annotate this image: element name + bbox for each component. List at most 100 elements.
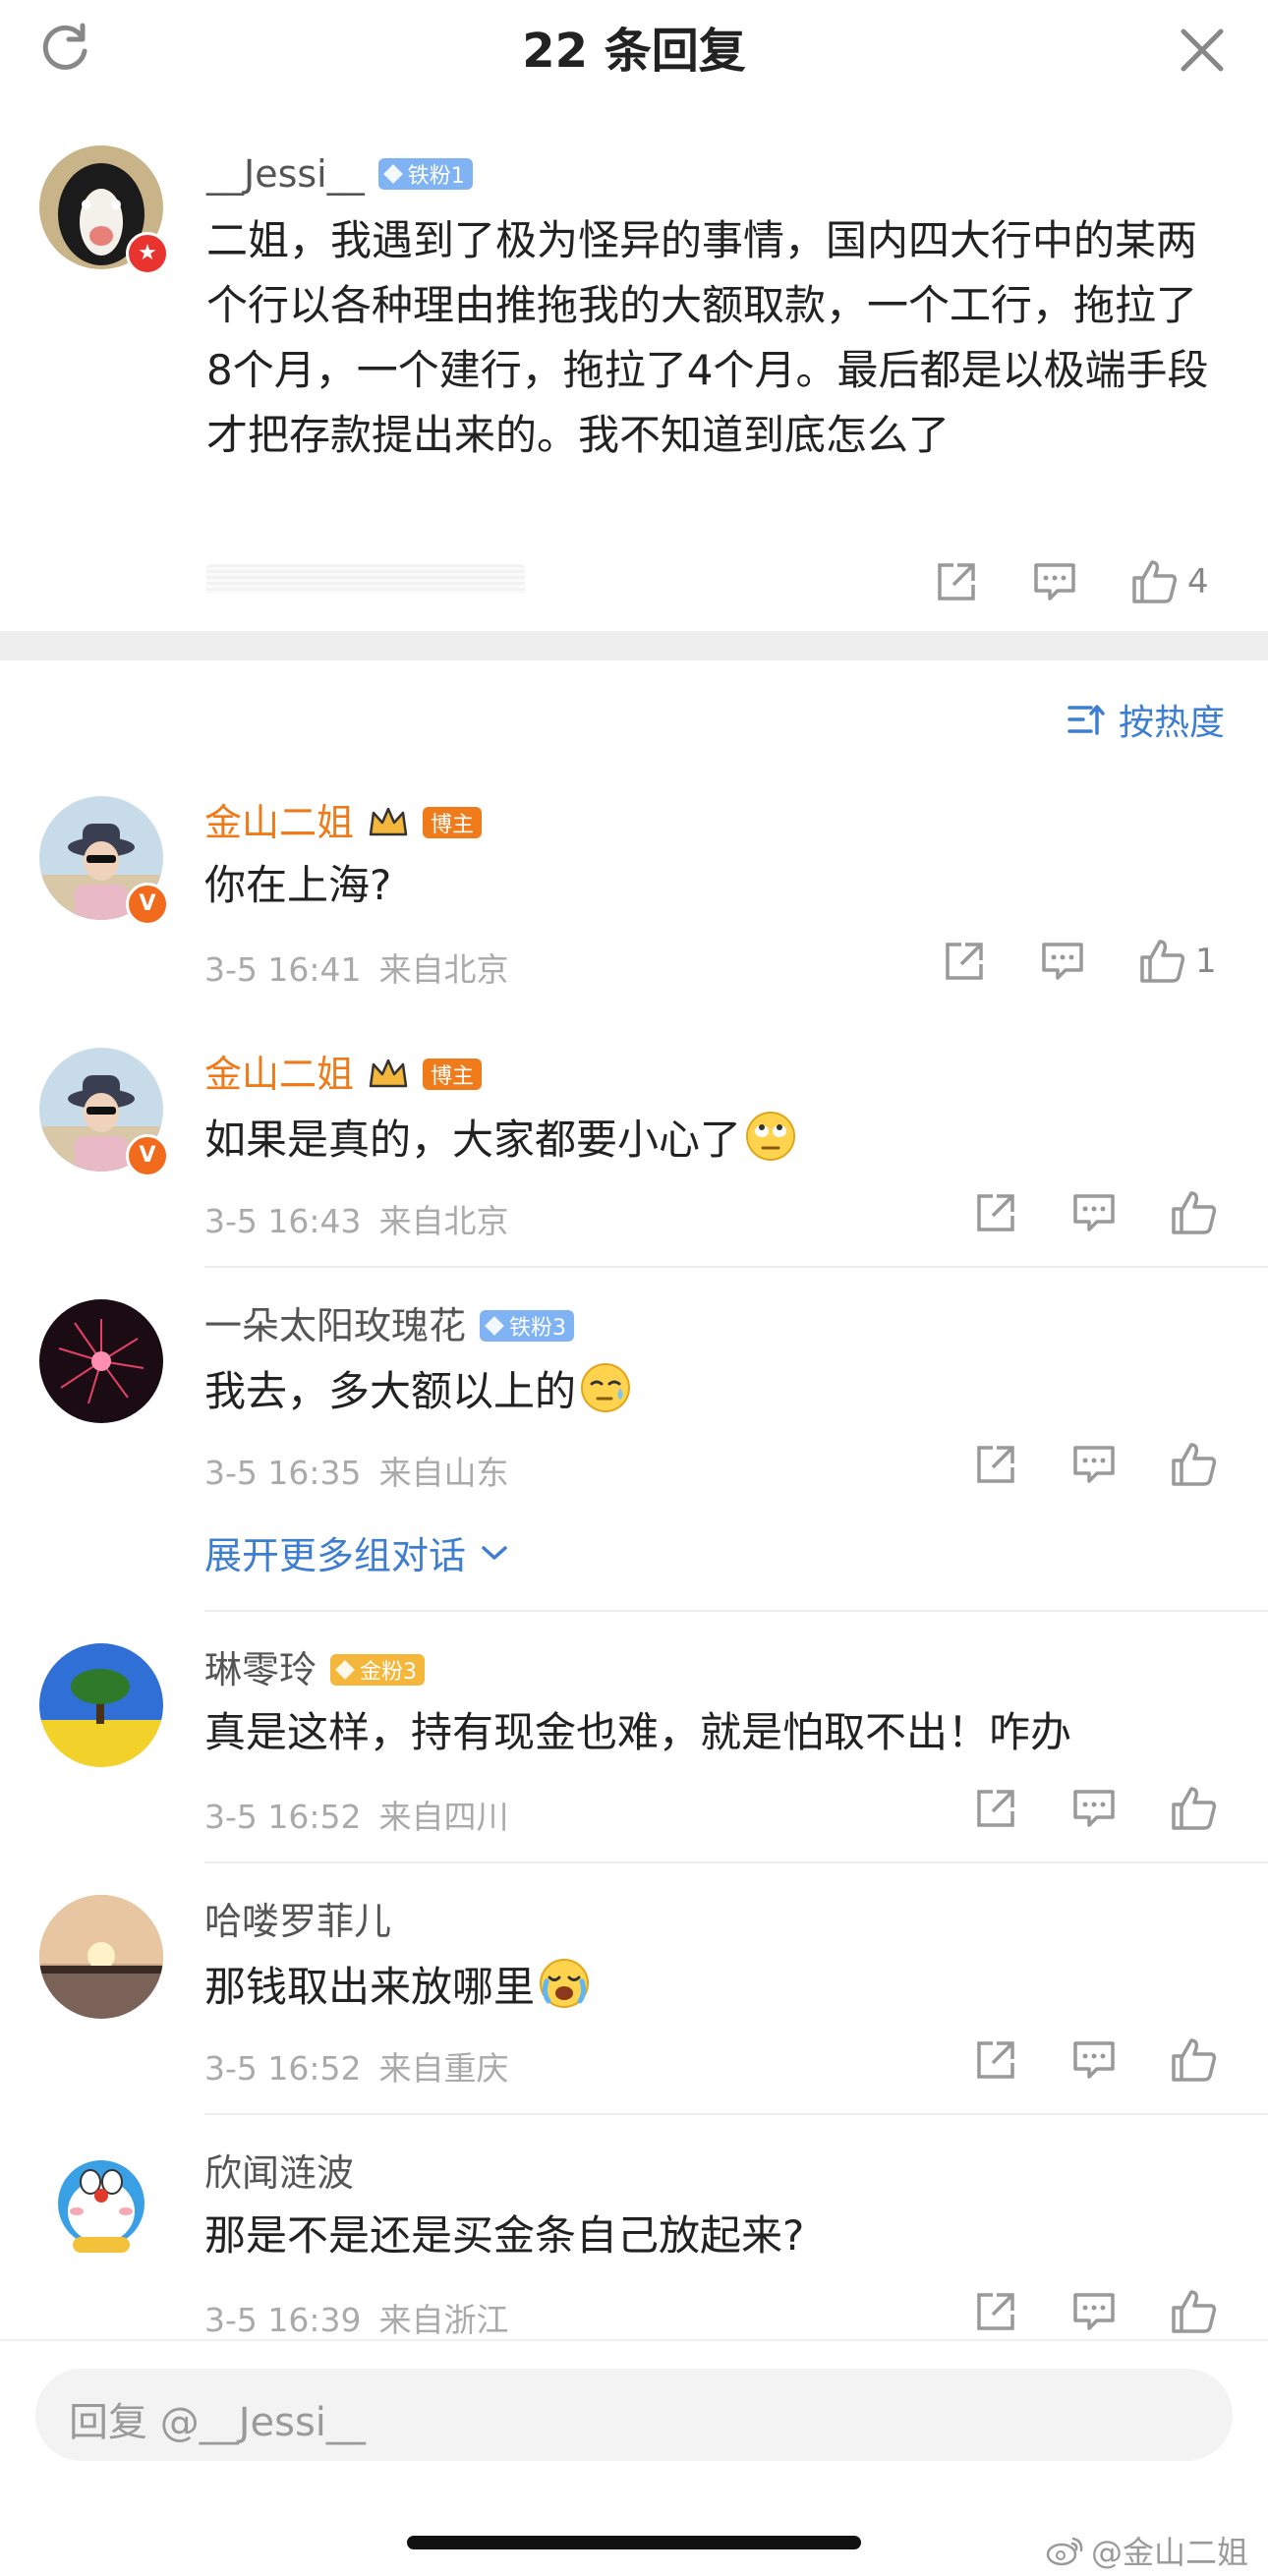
comment-icon bbox=[1042, 943, 1083, 980]
crying-emoji-icon bbox=[540, 1959, 590, 2008]
comment-text-body: 如果是真的，大家都要小心了 bbox=[204, 1116, 742, 1164]
reply-placeholder: 回复 @__Jessi__ bbox=[69, 2400, 366, 2445]
fan-tag: 金粉3 bbox=[330, 1654, 426, 1686]
thumbs-up-icon bbox=[1172, 2290, 1217, 2333]
comment-icon bbox=[1073, 2041, 1115, 2079]
comment-time: 3-5 16:35 bbox=[204, 1454, 362, 1492]
comment-icon bbox=[1073, 1446, 1115, 1483]
comment-text: 真是这样，持有现金也难，就是怕取不出！咋办 bbox=[204, 1708, 1072, 1756]
username[interactable]: 金山二姐 bbox=[204, 800, 354, 845]
share-icon bbox=[938, 563, 975, 601]
weibo-logo-icon bbox=[1046, 2537, 1083, 2566]
fan-tag: 铁粉3 bbox=[480, 1310, 575, 1342]
close-icon[interactable] bbox=[1176, 24, 1229, 77]
crown-icon bbox=[369, 807, 408, 836]
comment-text: 那钱取出来放哪里 bbox=[204, 1958, 590, 2014]
thumbs-up-icon bbox=[1172, 2038, 1217, 2082]
fan-tag-label: 铁粉3 bbox=[509, 1316, 567, 1341]
thumbs-up-icon bbox=[1172, 1191, 1217, 1234]
name-row: 琳零玲 金粉3 bbox=[204, 1647, 426, 1692]
username[interactable]: 金山二姐 bbox=[204, 1052, 354, 1097]
thumbs-up-icon bbox=[1140, 940, 1185, 983]
expand-conversation-link[interactable]: 展开更多组对话 bbox=[204, 1525, 509, 1579]
comment-location: 来自北京 bbox=[378, 950, 509, 989]
name-row: 哈喽罗菲儿 bbox=[204, 1899, 391, 1944]
comment-icon bbox=[1073, 1194, 1115, 1231]
comment-actions bbox=[973, 1441, 1217, 1488]
sort-label: 按热度 bbox=[1119, 703, 1226, 743]
avatar[interactable] bbox=[39, 1299, 163, 1423]
username[interactable]: 琳零玲 bbox=[204, 1647, 317, 1692]
comment-icon bbox=[1073, 2293, 1115, 2330]
share-button[interactable] bbox=[973, 2289, 1018, 2334]
chevron-down-icon bbox=[482, 1545, 507, 1560]
watermark-text: @金山二姐 bbox=[1091, 2534, 1249, 2571]
comment-text: 二姐，我遇到了极为怪异的事情，国内四大行中的某两个行以各种理由推拖我的大额取款，… bbox=[206, 216, 1209, 459]
share-button[interactable] bbox=[942, 939, 987, 984]
reply-button[interactable] bbox=[1032, 559, 1077, 604]
comment-item: V 金山二姐 博主 如果是真的，大家都要小心了 3-5 16:43 来自北京 bbox=[0, 1028, 1268, 1274]
reply-button[interactable] bbox=[1071, 1442, 1117, 1487]
share-icon bbox=[977, 1790, 1014, 1827]
comment-meta: 3-5 16:41 来自北京 bbox=[204, 944, 527, 991]
comment-meta: 3-5 16:35 来自山东 bbox=[204, 1447, 527, 1494]
comment-text-body: 我去，多大额以上的 bbox=[204, 1367, 577, 1415]
comment-time: 3-5 16:52 bbox=[204, 1798, 362, 1836]
divider bbox=[204, 1861, 1268, 1863]
reply-button[interactable] bbox=[1071, 2289, 1117, 2334]
like-button[interactable] bbox=[1170, 1785, 1217, 1832]
name-row: __Jessi__ 铁粉1 bbox=[206, 151, 473, 197]
avatar[interactable] bbox=[39, 1895, 163, 2019]
share-icon bbox=[977, 1446, 1014, 1483]
thumbs-up-icon bbox=[1172, 1787, 1217, 1830]
comment-actions bbox=[973, 2036, 1217, 2084]
like-button[interactable] bbox=[1170, 1189, 1217, 1236]
comment-location: 来自北京 bbox=[378, 1202, 509, 1240]
like-button[interactable]: 1 bbox=[1138, 938, 1217, 985]
avatar[interactable] bbox=[39, 1643, 163, 1767]
like-count: 1 bbox=[1195, 942, 1217, 981]
avatar[interactable] bbox=[39, 2147, 163, 2270]
username[interactable]: 欣闻涟波 bbox=[204, 2150, 354, 2196]
comment-text: 你在上海? bbox=[204, 861, 392, 909]
diamond-icon bbox=[335, 1660, 355, 1680]
share-button[interactable] bbox=[973, 1442, 1018, 1487]
comment-item: 琳零玲 金粉3 真是这样，持有现金也难，就是怕取不出！咋办 3-5 16:52 来… bbox=[0, 1624, 1268, 1869]
reply-input[interactable]: 回复 @__Jessi__ bbox=[35, 2369, 1233, 2461]
reply-button[interactable] bbox=[1071, 1190, 1117, 1235]
header: 22 条回复 bbox=[0, 0, 1268, 112]
divider bbox=[204, 1266, 1268, 1268]
comment-meta: 3-5 16:52 来自重庆 bbox=[204, 2042, 527, 2089]
share-icon bbox=[946, 943, 983, 980]
username[interactable]: 哈喽罗菲儿 bbox=[204, 1899, 391, 1944]
comment-location: 来自山东 bbox=[378, 1454, 509, 1492]
share-button[interactable] bbox=[934, 559, 979, 604]
name-row: 金山二姐 博主 bbox=[204, 800, 483, 845]
diamond-icon bbox=[382, 164, 403, 184]
like-button[interactable] bbox=[1170, 1441, 1217, 1488]
share-icon bbox=[977, 2293, 1014, 2330]
host-tag: 博主 bbox=[423, 807, 483, 838]
share-button[interactable] bbox=[973, 1786, 1018, 1831]
crown-icon bbox=[369, 1059, 408, 1088]
comment-location: 来自浙江 bbox=[378, 2301, 509, 2339]
divider bbox=[204, 2113, 1268, 2115]
verified-badge-icon: ★ bbox=[126, 232, 169, 275]
share-button[interactable] bbox=[973, 1190, 1018, 1235]
share-icon bbox=[977, 2041, 1014, 2079]
reply-button[interactable] bbox=[1071, 1786, 1117, 1831]
share-button[interactable] bbox=[973, 2037, 1018, 2083]
comment-actions: 4 bbox=[934, 558, 1209, 605]
like-button[interactable]: 4 bbox=[1130, 558, 1209, 605]
like-button[interactable] bbox=[1170, 2288, 1217, 2335]
sort-toggle[interactable]: 按热度 bbox=[1067, 694, 1225, 745]
username[interactable]: __Jessi__ bbox=[206, 151, 365, 197]
reply-button[interactable] bbox=[1071, 2037, 1117, 2083]
comment-time: 3-5 16:39 bbox=[204, 2301, 362, 2339]
like-button[interactable] bbox=[1170, 2036, 1217, 2084]
comment-icon bbox=[1073, 1790, 1115, 1827]
thumbs-up-icon bbox=[1172, 1443, 1217, 1486]
reply-button[interactable] bbox=[1040, 939, 1085, 984]
username[interactable]: 一朵太阳玫瑰花 bbox=[204, 1303, 466, 1348]
blurred-meta bbox=[206, 564, 525, 594]
